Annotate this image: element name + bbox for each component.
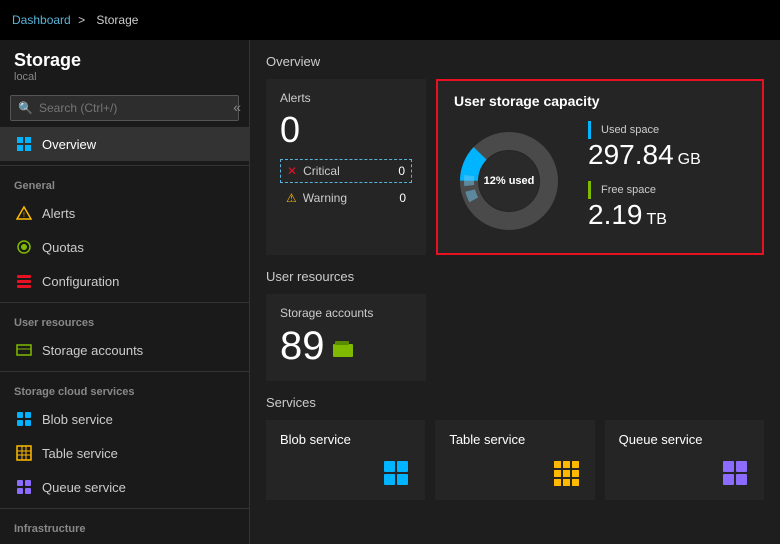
alerts-card: Alerts 0 ✕ Critical 0 ⚠ Warning 0 bbox=[266, 79, 426, 255]
search-input[interactable] bbox=[10, 95, 239, 121]
critical-icon: ✕ bbox=[287, 164, 297, 178]
sidebar-item-table-label: Table service bbox=[42, 446, 118, 461]
queue-service-icon-area bbox=[619, 460, 750, 488]
quotas-icon bbox=[14, 237, 34, 257]
free-space-unit: TB bbox=[647, 211, 667, 229]
capacity-title: User storage capacity bbox=[454, 93, 600, 109]
services-title: Services bbox=[266, 395, 764, 410]
warning-value: 0 bbox=[399, 191, 406, 205]
sidebar-item-blob-label: Blob service bbox=[42, 412, 113, 427]
sidebar-item-blob[interactable]: Blob service bbox=[0, 402, 249, 436]
user-resources-title: User resources bbox=[266, 269, 764, 284]
queue-service-icon bbox=[14, 477, 34, 497]
queue-service-card-title: Queue service bbox=[619, 432, 750, 447]
divider-4 bbox=[0, 508, 249, 509]
sidebar-item-queue-label: Queue service bbox=[42, 480, 126, 495]
sidebar-item-quotas-label: Quotas bbox=[42, 240, 84, 255]
breadcrumb-current: Storage bbox=[96, 13, 138, 27]
critical-label: Critical bbox=[303, 164, 398, 178]
search-icon: 🔍 bbox=[18, 101, 33, 115]
queue-service-card[interactable]: Queue service bbox=[605, 420, 764, 500]
user-resources-section: User resources Storage accounts 89 bbox=[266, 269, 764, 381]
sidebar-header: Storage local bbox=[0, 40, 249, 89]
sidebar-search-container: 🔍 « bbox=[0, 89, 249, 127]
services-row: Blob service Table service bbox=[266, 420, 764, 500]
critical-alert-row[interactable]: ✕ Critical 0 bbox=[280, 159, 412, 183]
sidebar-item-overview-label: Overview bbox=[42, 137, 96, 152]
layout: Storage local 🔍 « Overview General ! Ale… bbox=[0, 40, 780, 544]
blob-service-card[interactable]: Blob service bbox=[266, 420, 425, 500]
warning-icon: ⚠ bbox=[286, 191, 297, 205]
table-service-icon bbox=[14, 443, 34, 463]
table-service-grid-icon bbox=[553, 460, 581, 488]
free-space-stat: Free space 2.19 TB bbox=[588, 181, 746, 229]
queue-service-grid-icon bbox=[722, 460, 750, 488]
configuration-icon bbox=[14, 271, 34, 291]
sidebar-item-configuration-label: Configuration bbox=[42, 274, 119, 289]
services-section: Services Blob service bbox=[266, 395, 764, 500]
blob-service-icon-area bbox=[280, 460, 411, 488]
sidebar-subtitle: local bbox=[14, 71, 235, 83]
sidebar-title: Storage bbox=[14, 50, 235, 71]
main-content: Overview Alerts 0 ✕ Critical 0 ⚠ Warning… bbox=[250, 40, 780, 544]
sidebar-item-overview[interactable]: Overview bbox=[0, 127, 249, 161]
warning-label: Warning bbox=[303, 191, 400, 205]
table-service-card-title: Table service bbox=[449, 432, 580, 447]
free-space-label: Free space bbox=[588, 181, 746, 199]
sidebar-item-storage-accounts-label: Storage accounts bbox=[42, 343, 143, 358]
donut-chart: 12% used bbox=[454, 126, 564, 236]
sidebar-item-configuration[interactable]: Configuration bbox=[0, 264, 249, 298]
blob-service-icon bbox=[14, 409, 34, 429]
sidebar-item-storage-accounts[interactable]: Storage accounts bbox=[0, 333, 249, 367]
sidebar-item-alerts-label: Alerts bbox=[42, 206, 75, 221]
blob-service-grid-icon bbox=[383, 460, 411, 488]
overview-icon bbox=[14, 134, 34, 154]
collapse-button[interactable]: « bbox=[225, 95, 249, 119]
used-space-label: Used space bbox=[588, 121, 746, 139]
sidebar-item-queue[interactable]: Queue service bbox=[0, 470, 249, 504]
capacity-card: User storage capacity bbox=[436, 79, 764, 255]
storage-accounts-value: 89 bbox=[280, 324, 412, 369]
top-nav: Dashboard > Storage bbox=[0, 0, 780, 40]
sidebar: Storage local 🔍 « Overview General ! Ale… bbox=[0, 40, 250, 544]
section-general: General bbox=[0, 170, 249, 196]
divider-1 bbox=[0, 165, 249, 166]
used-space-value: 297.84 bbox=[588, 141, 674, 169]
donut-label: 12% used bbox=[484, 175, 535, 187]
breadcrumb-separator: > bbox=[78, 13, 85, 27]
breadcrumb: Dashboard > Storage bbox=[12, 13, 142, 27]
storage-accounts-card: Storage accounts 89 bbox=[266, 294, 426, 381]
sidebar-item-quotas[interactable]: Quotas bbox=[0, 230, 249, 264]
table-service-card[interactable]: Table service bbox=[435, 420, 594, 500]
blob-service-card-title: Blob service bbox=[280, 432, 411, 447]
storage-accounts-icon-small bbox=[333, 324, 355, 369]
sidebar-item-table[interactable]: Table service bbox=[0, 436, 249, 470]
warning-alert-row[interactable]: ⚠ Warning 0 bbox=[280, 187, 412, 209]
storage-accounts-icon bbox=[14, 340, 34, 360]
divider-3 bbox=[0, 371, 249, 372]
section-user-resources: User resources bbox=[0, 307, 249, 333]
alerts-card-label: Alerts bbox=[280, 91, 412, 105]
overview-row: Alerts 0 ✕ Critical 0 ⚠ Warning 0 User s… bbox=[266, 79, 764, 255]
table-service-icon-area bbox=[449, 460, 580, 488]
critical-value: 0 bbox=[398, 164, 405, 178]
section-storage-cloud: Storage cloud services bbox=[0, 376, 249, 402]
divider-2 bbox=[0, 302, 249, 303]
capacity-stats: Used space 297.84 GB Free spa bbox=[588, 121, 746, 241]
overview-section-title: Overview bbox=[266, 54, 764, 69]
sidebar-item-alerts[interactable]: ! Alerts bbox=[0, 196, 249, 230]
alerts-count: 0 bbox=[280, 109, 412, 151]
used-space-stat: Used space 297.84 GB bbox=[588, 121, 746, 169]
breadcrumb-dashboard[interactable]: Dashboard bbox=[12, 13, 71, 27]
sidebar-item-file-shares[interactable]: File shares bbox=[0, 539, 249, 544]
svg-text:!: ! bbox=[23, 212, 25, 219]
free-space-value: 2.19 bbox=[588, 201, 643, 229]
alerts-icon: ! bbox=[14, 203, 34, 223]
section-infrastructure: Infrastructure bbox=[0, 513, 249, 539]
storage-accounts-card-label: Storage accounts bbox=[280, 306, 412, 320]
used-space-unit: GB bbox=[678, 151, 701, 169]
